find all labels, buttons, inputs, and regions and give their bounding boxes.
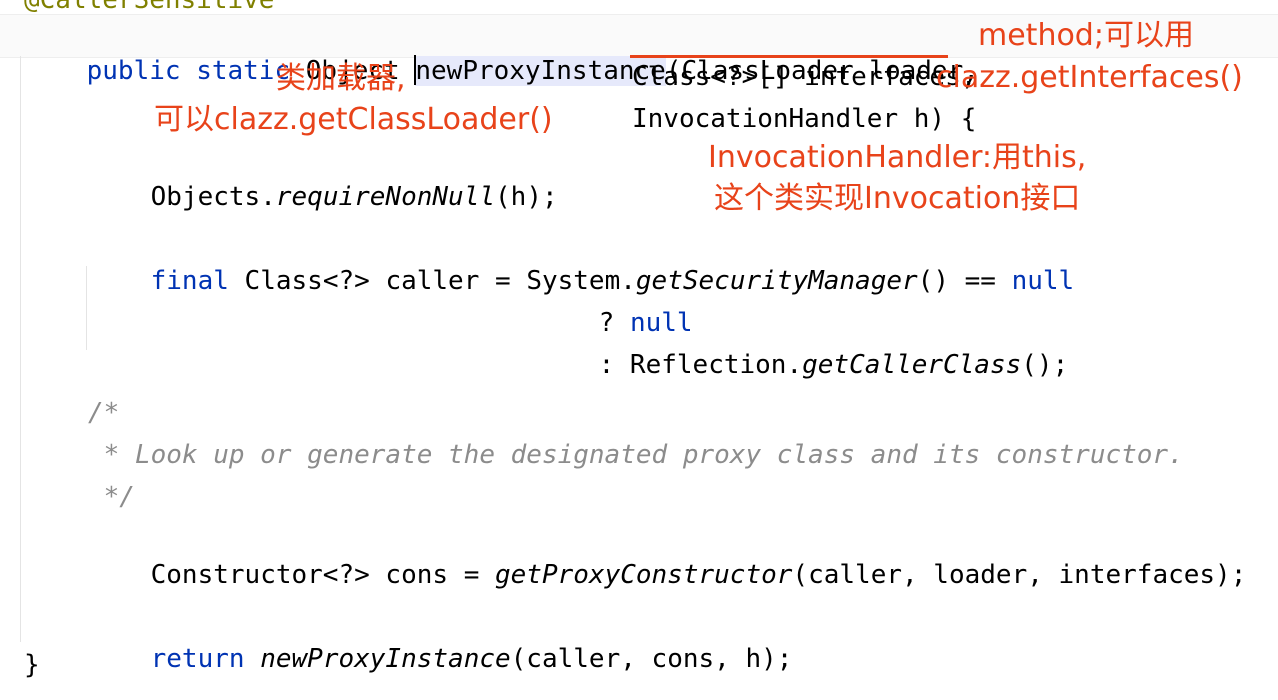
method-signature-line[interactable]: public static Object newProxyInstance(Cl… [24,17,979,86]
ternary-reflection-line[interactable]: : Reflection.getCallerClass(); [536,311,1069,380]
annotation-loader-line2: 可以clazz.getClassLoader() [154,102,553,137]
code-token: : Reflection. [598,350,803,380]
annotation-handler-line2: 这个类实现Invocation接口 [714,181,1081,216]
annotation-handler-line1: InvocationHandler:用this, [708,140,1087,175]
ternary-null-line[interactable]: ? null [536,269,693,338]
annotation-loader-line1: 类加载器, [276,61,406,96]
static-method-call: requireNonNull [275,182,496,212]
indent-guide [86,266,87,350]
code-token: (); [1021,350,1069,380]
code-token: Objects. [150,182,276,212]
requirenonnull-line[interactable]: Objects.requireNonNull(h); [88,143,558,212]
code-token: (caller, cons, h); [510,644,793,674]
param-handler-line[interactable]: InvocationHandler h) { [632,101,976,137]
annotation-interfaces-line2: clazz.getInterfaces() [936,60,1243,95]
constructor-line[interactable]: Constructor<?> cons = getProxyConstructo… [88,521,1247,590]
method-call: getProxyConstructor [495,560,793,590]
annotation-interfaces-line1: method;可以用 [978,18,1194,53]
code-token: Constructor<?> cons = [150,560,495,590]
comment-close: */ [88,482,135,512]
indent-guide [20,56,21,642]
keyword: null [1011,266,1075,296]
static-method-call: getCallerClass [802,350,1022,380]
param-interfaces-line[interactable]: Class<?>[] interfaces, [632,59,976,95]
code-token: (caller, loader, interfaces); [792,560,1247,590]
comment-body: * Look up or generate the designated pro… [88,440,1184,470]
closing-brace: } [24,650,40,680]
code-editor[interactable]: @CallerSensitive public static Object ne… [0,0,1278,700]
caller-declaration-line[interactable]: final Class<?> caller = System.getSecuri… [88,227,1075,296]
method-name-highlighted[interactable]: newProxyInstance [415,56,666,86]
loader-underline [630,55,948,58]
comment-open: /* [88,398,120,428]
text-cursor [414,54,417,85]
keyword: return [150,644,245,674]
method-call: newProxyInstance [260,644,511,674]
code-token: (h); [495,182,558,212]
modifiers: public static [86,56,306,86]
keyword: final [150,266,229,296]
return-line[interactable]: return newProxyInstance(caller, cons, h)… [88,605,793,674]
code-token: () == [917,266,1012,296]
annotation-line: @CallerSensitive [24,0,275,15]
